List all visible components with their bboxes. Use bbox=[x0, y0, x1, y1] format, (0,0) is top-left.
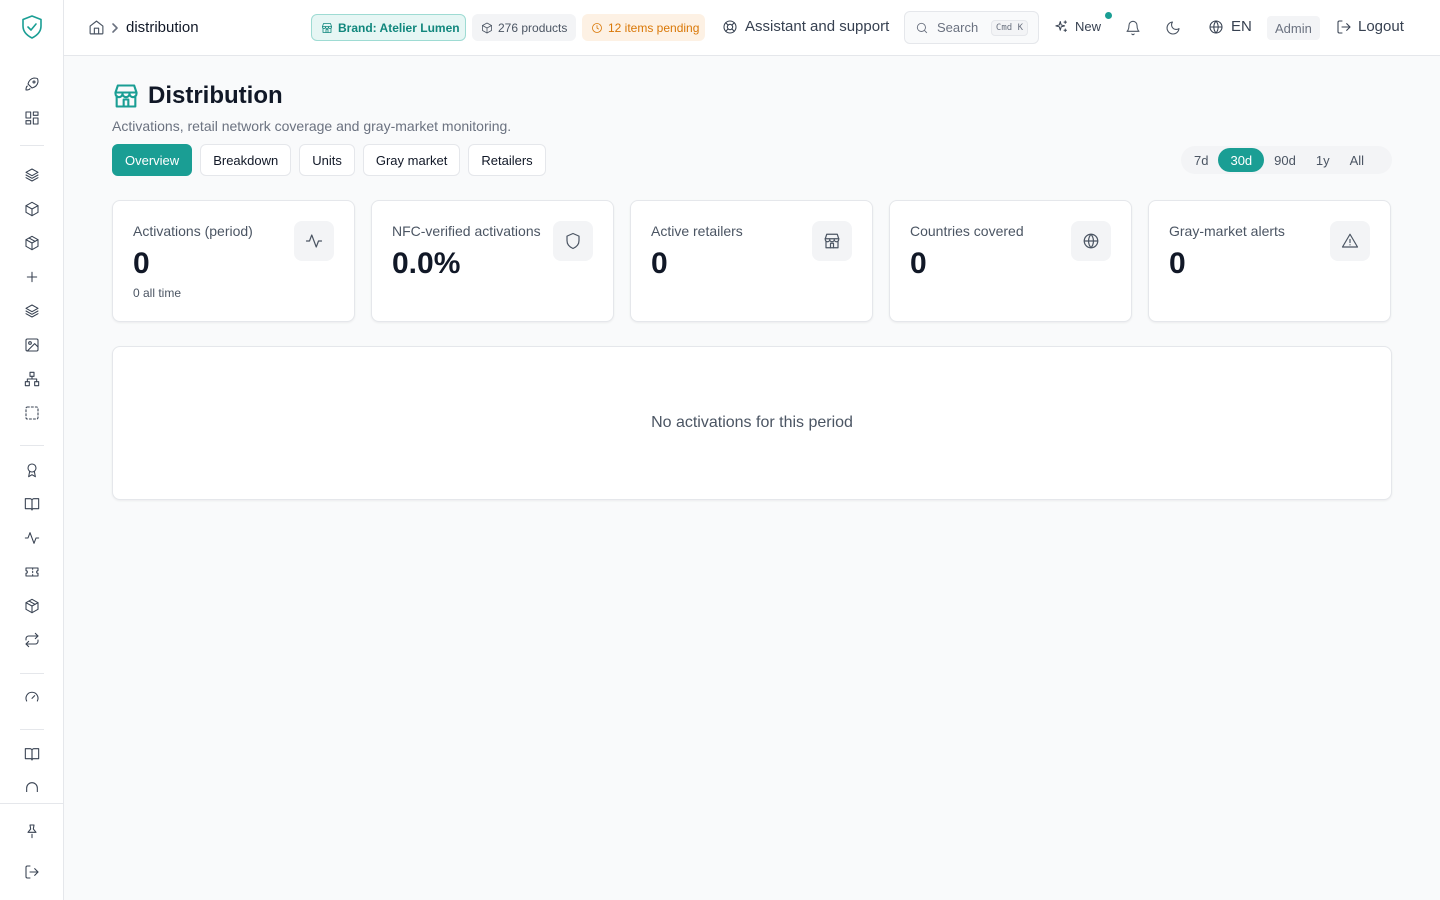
tab-overview[interactable]: Overview bbox=[112, 144, 193, 176]
language-label: EN bbox=[1231, 18, 1252, 35]
rocket-icon[interactable] bbox=[22, 74, 42, 94]
activity-icon bbox=[294, 221, 334, 261]
assistant-label: Assistant and support bbox=[745, 18, 890, 35]
store-icon bbox=[812, 221, 852, 261]
stat-label: NFC-verified activations bbox=[392, 223, 541, 239]
stat-sub: 0 all time bbox=[133, 286, 182, 300]
logout-icon bbox=[1336, 19, 1352, 35]
box-icon[interactable] bbox=[22, 199, 42, 219]
tab-retailers[interactable]: Retailers bbox=[468, 144, 546, 176]
book-icon[interactable] bbox=[22, 744, 42, 764]
search-shortcut: Cmd K bbox=[990, 19, 1028, 36]
assistant-support-button[interactable]: Assistant and support bbox=[722, 18, 889, 35]
gauge-icon[interactable] bbox=[22, 687, 42, 707]
new-label: New bbox=[1075, 19, 1102, 34]
new-indicator-dot bbox=[1105, 12, 1112, 19]
period-7d[interactable]: 7d bbox=[1184, 148, 1218, 172]
stat-card-activations: Activations (period) 0 0 all time bbox=[112, 200, 355, 322]
period-all[interactable]: All bbox=[1340, 148, 1374, 172]
stat-value: 0 bbox=[651, 247, 668, 280]
logout-label: Logout bbox=[1358, 18, 1404, 35]
stat-label: Countries covered bbox=[910, 223, 1024, 239]
role-badge: Admin bbox=[1267, 16, 1320, 40]
breadcrumb-current: distribution bbox=[126, 19, 199, 36]
search-placeholder: Search bbox=[937, 20, 979, 35]
dashed-square-icon[interactable] bbox=[22, 403, 42, 423]
sparkles-icon bbox=[1054, 19, 1069, 34]
award-icon[interactable] bbox=[22, 460, 42, 480]
stat-value: 0 bbox=[910, 247, 927, 280]
repeat-icon[interactable] bbox=[22, 630, 42, 650]
globe-icon bbox=[1208, 19, 1224, 35]
products-count: 276 products bbox=[498, 20, 568, 35]
page-subtitle: Activations, retail network coverage and… bbox=[112, 118, 512, 134]
ticket-icon[interactable] bbox=[22, 562, 42, 582]
stat-label: Active retailers bbox=[651, 223, 743, 239]
sidebar bbox=[0, 0, 64, 900]
store-icon bbox=[321, 22, 333, 34]
lifebuoy-icon bbox=[722, 19, 738, 35]
page-title: Distribution bbox=[148, 82, 283, 109]
package-icon[interactable] bbox=[22, 596, 42, 616]
logout-icon[interactable] bbox=[22, 862, 42, 882]
search-icon bbox=[915, 21, 929, 35]
period-90d[interactable]: 90d bbox=[1264, 148, 1306, 172]
stat-label: Gray-market alerts bbox=[1169, 223, 1285, 239]
stat-cards: Activations (period) 0 0 all time NFC-ve… bbox=[112, 200, 1392, 322]
topbar: distribution Brand: Atelier Lumen 276 pr… bbox=[64, 0, 1440, 56]
stat-card-countries-covered: Countries covered 0 bbox=[889, 200, 1132, 322]
period-30d[interactable]: 30d bbox=[1218, 148, 1265, 172]
stat-card-active-retailers: Active retailers 0 bbox=[630, 200, 873, 322]
chevron-right-icon bbox=[110, 22, 120, 34]
stat-label: Activations (period) bbox=[133, 223, 253, 239]
language-switcher[interactable]: EN bbox=[1208, 18, 1252, 35]
image-icon[interactable] bbox=[22, 335, 42, 355]
stat-value: 0.0% bbox=[392, 247, 461, 280]
layers-icon[interactable] bbox=[22, 301, 42, 321]
hierarchy-icon[interactable] bbox=[22, 369, 42, 389]
pin-icon[interactable] bbox=[22, 821, 42, 841]
bell-icon[interactable] bbox=[1124, 19, 1142, 37]
moon-icon[interactable] bbox=[1164, 19, 1182, 37]
alert-triangle-icon bbox=[1330, 221, 1370, 261]
stat-card-nfc-verified: NFC-verified activations 0.0% bbox=[371, 200, 614, 322]
search-input[interactable]: Search Cmd K bbox=[904, 11, 1039, 44]
tab-units[interactable]: Units bbox=[299, 144, 355, 176]
activations-empty-state: No activations for this period bbox=[112, 346, 1392, 500]
home-icon[interactable] bbox=[88, 19, 105, 36]
box-icon bbox=[481, 22, 493, 34]
activity-icon[interactable] bbox=[22, 528, 42, 548]
brand-pill[interactable]: Brand: Atelier Lumen bbox=[311, 14, 466, 41]
stat-card-gray-market-alerts: Gray-market alerts 0 bbox=[1148, 200, 1391, 322]
layers-icon[interactable] bbox=[22, 165, 42, 185]
package-icon[interactable] bbox=[22, 233, 42, 253]
book-icon[interactable] bbox=[22, 494, 42, 514]
pending-pill[interactable]: 12 items pending bbox=[582, 14, 705, 41]
logout-button[interactable]: Logout bbox=[1336, 18, 1404, 35]
section-tabs: Overview Breakdown Units Gray market Ret… bbox=[112, 144, 546, 176]
tab-gray-market[interactable]: Gray market bbox=[362, 144, 461, 176]
shield-icon bbox=[553, 221, 593, 261]
shield-check-icon[interactable] bbox=[20, 14, 44, 40]
whats-new-button[interactable]: New bbox=[1054, 19, 1101, 34]
store-icon bbox=[112, 82, 140, 110]
pending-count: 12 items pending bbox=[608, 20, 700, 35]
stat-value: 0 bbox=[1169, 247, 1186, 280]
empty-state-message: No activations for this period bbox=[651, 414, 853, 431]
products-pill[interactable]: 276 products bbox=[472, 14, 576, 41]
brand-label: Brand: Atelier Lumen bbox=[338, 20, 460, 35]
period-selector: 7d 30d 90d 1y All bbox=[1181, 146, 1392, 174]
plus-icon[interactable] bbox=[22, 267, 42, 287]
period-1y[interactable]: 1y bbox=[1306, 148, 1340, 172]
stat-value: 0 bbox=[133, 247, 150, 280]
dashboard-icon[interactable] bbox=[22, 108, 42, 128]
tab-breakdown[interactable]: Breakdown bbox=[200, 144, 292, 176]
clock-icon bbox=[591, 22, 603, 34]
arch-icon[interactable] bbox=[22, 778, 42, 792]
globe-icon bbox=[1071, 221, 1111, 261]
